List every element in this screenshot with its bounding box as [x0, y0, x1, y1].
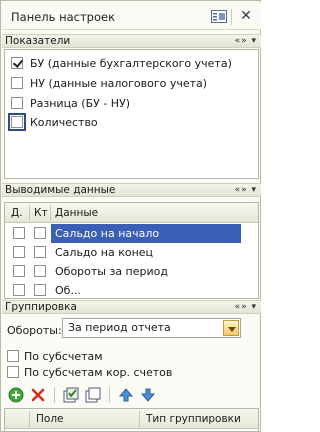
uncheck-all-icon[interactable] — [84, 386, 102, 404]
indicator-checkbox-difference[interactable] — [11, 97, 23, 109]
column-header-debit[interactable]: Д. — [11, 203, 23, 223]
indicator-item-nu[interactable]: НУ (данные налогового учета) — [11, 74, 207, 92]
grouping-section-title: Группировка — [5, 301, 77, 313]
column-header-credit[interactable]: Кт — [34, 203, 48, 223]
row-credit-checkbox[interactable] — [34, 265, 46, 277]
indicator-label: БУ (данные бухгалтерского учета) — [30, 56, 232, 70]
column-header-field[interactable]: Поле — [36, 409, 64, 429]
grouping-table: Поле Тип группировки — [4, 408, 259, 432]
indicator-checkbox-quantity[interactable] — [8, 113, 26, 131]
row-debit-checkbox[interactable] — [13, 284, 25, 296]
table-row[interactable]: Сальдо на начало — [5, 224, 258, 243]
grouping-toolbar — [7, 385, 157, 405]
output-section-header[interactable]: Выводимые данные «» ▾ — [2, 183, 261, 197]
toolbar-divider — [54, 387, 55, 403]
grouping-section-controls[interactable]: «» ▾ — [235, 301, 257, 314]
titlebar-divider — [231, 9, 232, 25]
indicator-label: НУ (данные налогового учета) — [30, 76, 208, 90]
turnover-select[interactable]: За период отчета — [62, 318, 241, 338]
column-header-data[interactable]: Данные — [55, 203, 98, 223]
grouping-section-header[interactable]: Группировка «» ▾ — [2, 300, 261, 314]
column-divider — [139, 411, 140, 427]
table-row[interactable]: Об... — [5, 281, 258, 298]
indicators-list: БУ (данные бухгалтерского учета) НУ (дан… — [4, 49, 259, 179]
subaccounts-checkbox[interactable] — [7, 350, 19, 362]
output-section-title: Выводимые данные — [5, 184, 116, 196]
row-credit-checkbox[interactable] — [34, 246, 46, 258]
grouping-option-label: По субсчетам кор. счетов — [24, 365, 173, 379]
settings-panel: Панель настроек ✕ Показатели «» ▾ БУ (да… — [0, 0, 261, 432]
output-table: Д. Кт Данные Сальдо на начало Сальдо на … — [4, 202, 259, 299]
turnover-label: Обороты: — [7, 324, 62, 337]
row-debit-checkbox[interactable] — [13, 227, 25, 239]
corr-subaccounts-checkbox[interactable] — [7, 366, 19, 378]
panel-titlebar: Панель настроек ✕ — [2, 2, 261, 30]
indicators-section-header[interactable]: Показатели «» ▾ — [2, 34, 261, 48]
indicator-label: Разница (БУ - НУ) — [30, 96, 131, 110]
add-icon[interactable] — [7, 386, 25, 404]
indicator-checkbox-bu[interactable] — [11, 57, 23, 69]
indicator-item-difference[interactable]: Разница (БУ - НУ) — [11, 94, 130, 112]
output-section-controls[interactable]: «» ▾ — [235, 184, 257, 197]
grouping-table-header: Поле Тип группировки — [5, 409, 258, 429]
row-data-name: Об... — [55, 284, 81, 297]
indicator-checkbox-nu[interactable] — [11, 77, 23, 89]
delete-icon[interactable] — [29, 386, 47, 404]
row-data-name: Сальдо на конец — [55, 246, 154, 259]
column-divider — [50, 205, 51, 221]
row-data-name: Обороты за период — [55, 265, 168, 278]
indicators-section-controls[interactable]: «» ▾ — [235, 35, 257, 48]
column-header-grouping-type[interactable]: Тип группировки — [146, 409, 241, 429]
row-debit-checkbox[interactable] — [13, 265, 25, 277]
close-icon[interactable]: ✕ — [238, 8, 254, 24]
row-debit-checkbox[interactable] — [13, 246, 25, 258]
arrow-down-icon[interactable] — [139, 386, 157, 404]
grouping-option-subaccounts[interactable]: По субсчетам — [7, 348, 103, 364]
column-divider — [29, 411, 30, 427]
turnover-select-value: За период отчета — [68, 321, 171, 334]
indicator-item-quantity[interactable]: Количество — [8, 113, 98, 131]
row-data-name: Сальдо на начало — [51, 224, 241, 243]
row-credit-checkbox[interactable] — [34, 227, 46, 239]
panel-title: Панель настроек — [11, 10, 116, 24]
arrow-up-icon[interactable] — [117, 386, 135, 404]
indicators-section-title: Показатели — [5, 35, 71, 47]
toolbar-divider — [109, 387, 110, 403]
column-divider — [29, 205, 30, 221]
table-row[interactable]: Сальдо на конец — [5, 243, 258, 262]
grouping-option-label: По субсчетам — [24, 349, 103, 363]
table-row[interactable]: Обороты за период — [5, 262, 258, 281]
indicator-item-bu[interactable]: БУ (данные бухгалтерского учета) — [11, 54, 232, 72]
indicator-label: Количество — [30, 115, 98, 129]
chevron-down-icon[interactable] — [223, 320, 239, 336]
grouping-option-corr-subaccounts[interactable]: По субсчетам кор. счетов — [7, 364, 172, 380]
check-all-icon[interactable] — [62, 386, 80, 404]
row-credit-checkbox[interactable] — [34, 284, 46, 296]
output-table-header: Д. Кт Данные — [5, 203, 258, 223]
panel-settings-icon[interactable] — [211, 9, 227, 23]
